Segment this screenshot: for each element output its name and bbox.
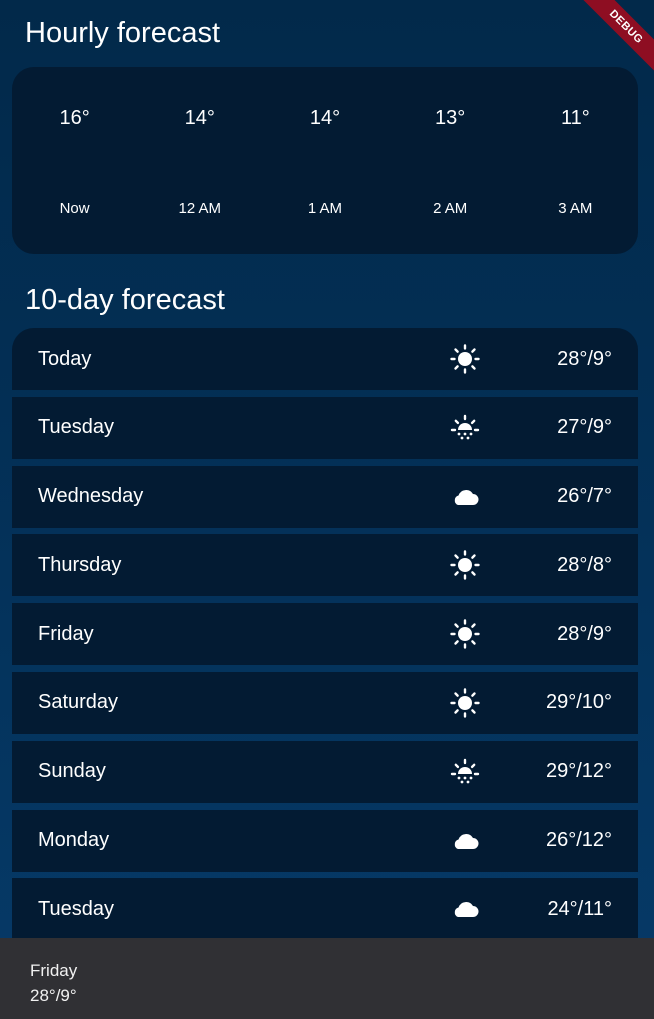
daily-day-name: Friday [38, 622, 94, 645]
snackbar-day: Friday [30, 961, 78, 980]
hourly-item: 14° 12 AM [150, 67, 250, 254]
daily-row[interactable]: Tuesday 27°/9° [12, 396, 638, 459]
sun-icon [450, 550, 480, 581]
hourly-temp: 14° [184, 107, 215, 129]
daily-day-name: Sunday [38, 760, 106, 783]
snackbar-temp: 28°/9° [30, 986, 77, 1005]
daily-row[interactable]: Wednesday 26°/7° [12, 465, 638, 528]
daily-day-name: Tuesday [38, 897, 114, 920]
hourly-forecast-card: 16° Now 14° 12 AM 14° 1 AM 13° 2 AM 11° … [12, 67, 638, 254]
hourly-item: 14° 1 AM [275, 67, 375, 254]
sun-icon [450, 688, 480, 718]
daily-day-name: Saturday [38, 691, 119, 714]
daily-temp-range: 29°/10° [545, 691, 612, 714]
hourly-temp: 16° [59, 107, 90, 129]
cloud-icon [454, 833, 479, 849]
daily-temp-range: 26°/7° [557, 485, 612, 508]
daily-day-name: Wednesday [38, 485, 144, 508]
hourly-time: 12 AM [178, 200, 222, 217]
partly-sunny-icon [450, 414, 480, 440]
daily-row[interactable]: Friday 28°/9° [12, 603, 638, 666]
hourly-item: 11° 3 AM [525, 67, 625, 254]
hourly-temp: 13° [435, 107, 466, 129]
moon-icon [193, 170, 205, 192]
sun-icon [450, 344, 480, 374]
moon-icon [318, 170, 330, 192]
daily-temp-range: 29°/12° [545, 760, 612, 783]
hourly-item: 16° Now [25, 67, 125, 254]
hourly-time: 1 AM [307, 200, 343, 217]
daily-temp-range: 28°/9° [557, 347, 612, 370]
daily-row[interactable]: Thursday 28°/8° [12, 534, 638, 597]
daily-forecast-title: 10-day forecast [25, 284, 225, 316]
hourly-temp: 11° [560, 107, 590, 129]
cloud-icon [454, 489, 479, 505]
daily-temp-range: 27°/9° [557, 416, 612, 439]
snackbar: Friday 28°/9° [0, 938, 654, 1019]
sun-icon [450, 619, 480, 649]
daily-forecast-list: Today 28°/9° Tuesday 27°/9° Wednesday 26… [12, 328, 638, 947]
daily-row[interactable]: Saturday 29°/10° [12, 671, 638, 734]
cloud-icon [454, 902, 479, 918]
daily-day-name: Thursday [38, 553, 122, 576]
hourly-time: 2 AM [433, 200, 468, 217]
daily-temp-range: 28°/9° [557, 622, 612, 645]
debug-banner-label: DEBUG [575, 0, 654, 78]
hourly-temp: 14° [309, 107, 341, 129]
partly-sunny-icon [450, 758, 480, 784]
hourly-time: 3 AM [558, 200, 593, 217]
daily-row[interactable]: Sunday 29°/12° [12, 740, 638, 803]
debug-banner: DEBUG [574, 0, 654, 80]
daily-temp-range: 26°/12° [545, 829, 612, 852]
daily-temp-range: 24°/11° [547, 897, 612, 920]
daily-row[interactable]: Monday 26°/12° [12, 809, 638, 872]
daily-temp-range: 28°/8° [557, 553, 612, 576]
moon-icon [444, 170, 456, 192]
daily-day-name: Monday [38, 829, 110, 852]
daily-row[interactable]: Tuesday 24°/11° [12, 878, 638, 941]
daily-day-name: Today [38, 347, 92, 370]
hourly-item: 13° 2 AM [400, 67, 500, 254]
daily-day-name: Tuesday [38, 416, 114, 439]
moon-icon [68, 170, 80, 192]
hourly-time: Now [59, 200, 90, 217]
hourly-forecast-title: Hourly forecast [25, 17, 221, 49]
daily-row[interactable]: Today 28°/9° [12, 328, 638, 390]
moon-icon [569, 170, 581, 192]
